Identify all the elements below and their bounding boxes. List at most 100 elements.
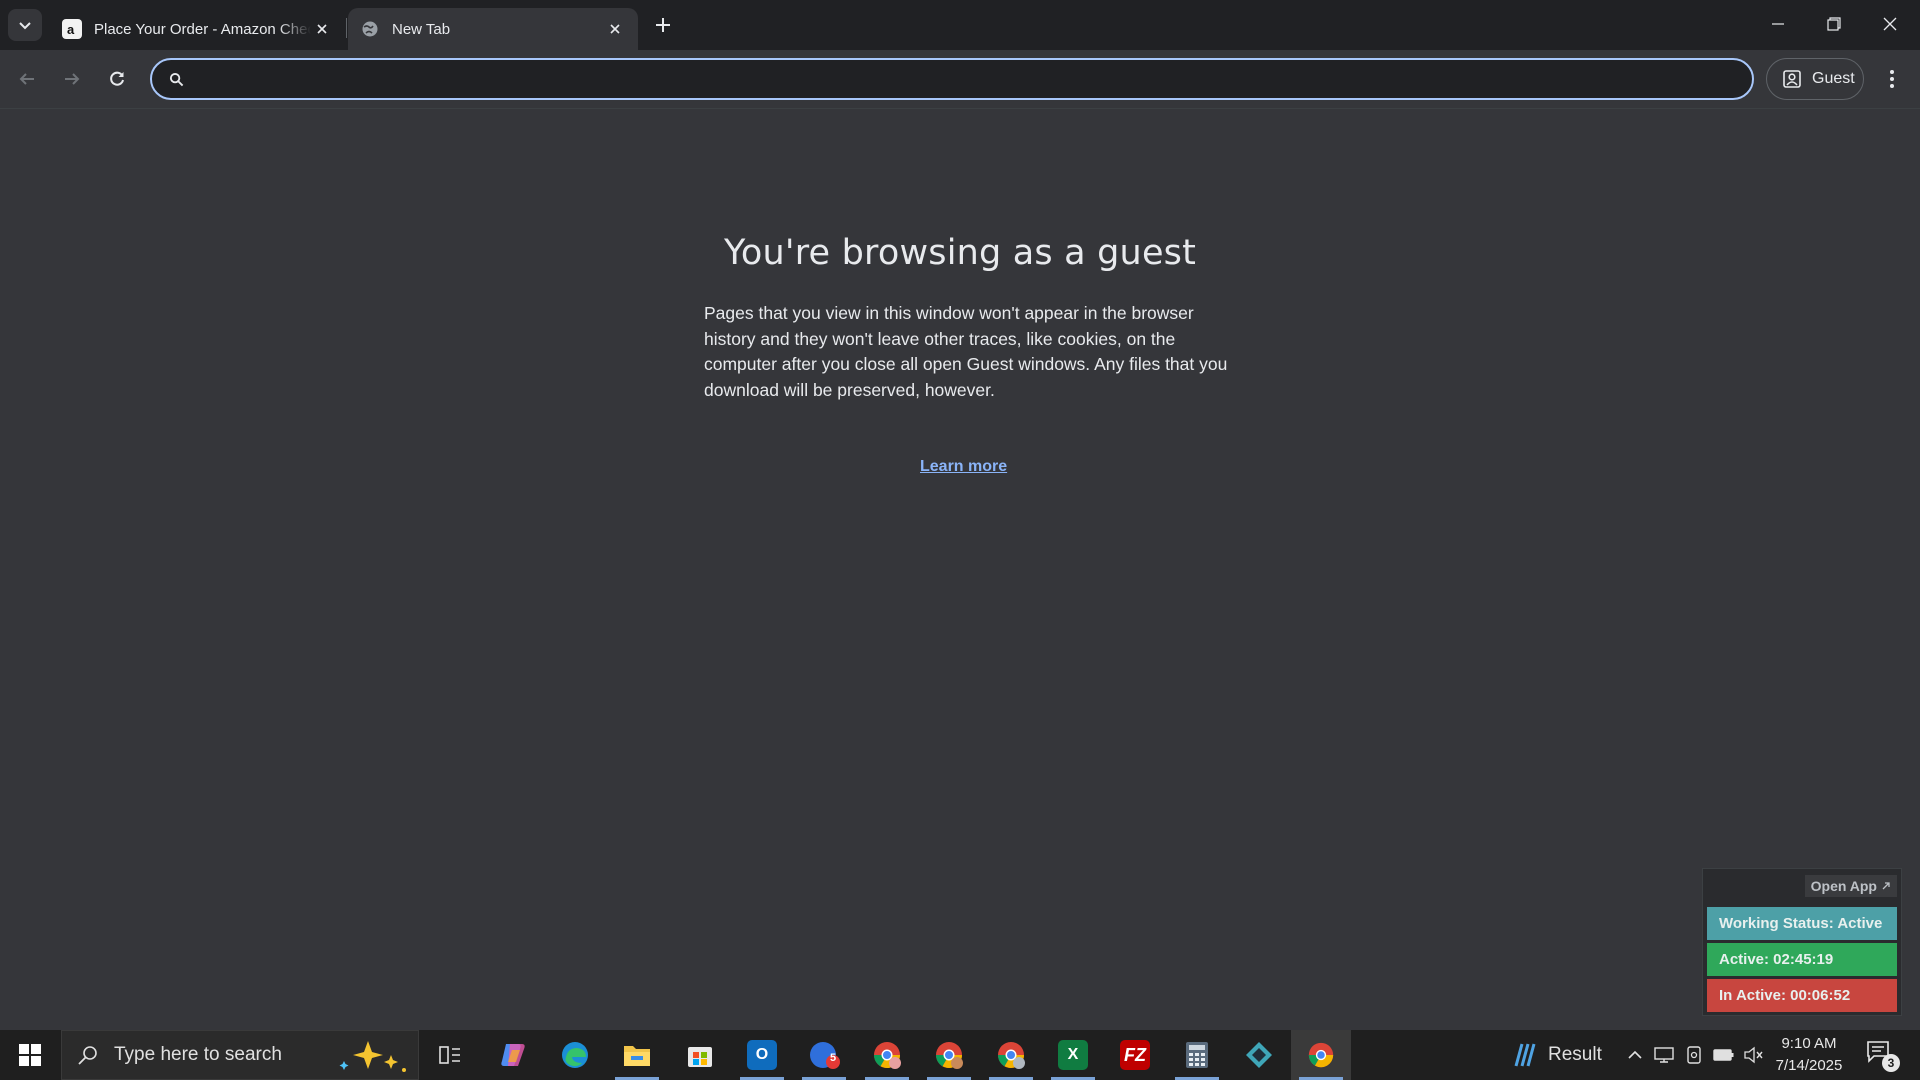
chrome-profile-1-icon (873, 1042, 901, 1069)
browser-menu-button[interactable] (1878, 62, 1906, 96)
amazon-icon: a (62, 19, 82, 39)
inactive-time-indicator: In Active: 00:06:52 (1707, 979, 1897, 1012)
tab-search-button[interactable] (8, 9, 42, 41)
network-icon (1654, 1047, 1674, 1063)
search-icon (166, 69, 186, 89)
minimize-button[interactable] (1750, 0, 1806, 48)
forward-button[interactable] (55, 62, 89, 96)
reload-icon (110, 71, 124, 86)
more-vertical-icon (1890, 70, 1894, 88)
tab-title: New Tab (392, 20, 451, 38)
plus-icon (656, 18, 670, 32)
arrow-right-icon (65, 73, 80, 85)
chrome-profile-1-button[interactable] (857, 1030, 917, 1080)
chrome-button[interactable] (1291, 1030, 1351, 1080)
page-title: You're browsing as a guest (723, 233, 1197, 273)
show-hidden-icons-button[interactable] (1624, 1044, 1646, 1066)
calculator-button[interactable] (1167, 1030, 1227, 1080)
active-time-indicator: Active: 02:45:19 (1707, 943, 1897, 976)
task-view-icon (439, 1046, 460, 1064)
profile-label: Guest (1812, 70, 1855, 87)
restore-icon (1827, 17, 1841, 31)
sparkle-icon (339, 1041, 406, 1072)
svg-text:a: a (67, 22, 75, 36)
network-button[interactable] (1653, 1044, 1675, 1066)
excel-icon: X (1058, 1040, 1088, 1070)
tab-new-tab[interactable]: New Tab (348, 8, 638, 50)
start-button[interactable] (0, 1030, 60, 1080)
store-button[interactable] (670, 1030, 730, 1080)
guest-ntp-content: You're browsing as a guest Pages that yo… (0, 109, 1920, 1030)
outlook-icon: O (747, 1040, 777, 1070)
weather-label: Result (1548, 1044, 1602, 1065)
browser-toolbar: Guest (0, 50, 1920, 109)
battery-icon (1713, 1049, 1734, 1061)
battery-button[interactable] (1713, 1044, 1735, 1066)
chrome-profile-2-button[interactable] (919, 1030, 979, 1080)
app-diamond-button[interactable] (1229, 1030, 1289, 1080)
copilot-icon (501, 1044, 525, 1066)
learn-more-link[interactable]: Learn more (920, 458, 1007, 476)
close-icon (1883, 17, 1897, 31)
task-view-button[interactable] (420, 1030, 480, 1080)
minimize-icon (1772, 23, 1784, 25)
calendar-app-button[interactable]: 5 (794, 1030, 854, 1080)
tab-separator (346, 18, 347, 38)
taskbar-clock[interactable]: 9:10 AM 7/14/2025 (1766, 1033, 1852, 1077)
weather-widget[interactable]: Result (1508, 1030, 1608, 1080)
back-button[interactable] (10, 62, 44, 96)
volume-button[interactable] (1742, 1044, 1764, 1066)
guest-profile-icon (1783, 70, 1801, 88)
edge-button[interactable] (545, 1030, 605, 1080)
open-app-button[interactable]: Open App (1804, 875, 1897, 897)
chrome-icon (1308, 1042, 1334, 1068)
external-link-icon (1882, 882, 1890, 890)
new-tab-button[interactable] (648, 10, 678, 40)
copilot-button[interactable] (483, 1030, 543, 1080)
device-icon (1687, 1046, 1701, 1064)
clock-date: 7/14/2025 (1775, 1057, 1843, 1074)
tab-title: Place Your Order - Amazon Checkout (94, 20, 311, 38)
guest-description: Pages that you view in this window won't… (704, 303, 1228, 400)
address-bar[interactable] (150, 58, 1754, 100)
volume-muted-icon (1744, 1046, 1763, 1064)
calendar-badge: 5 (830, 1052, 837, 1064)
address-input[interactable] (194, 59, 1752, 99)
file-explorer-icon (624, 1046, 650, 1066)
work-status-widget: Open App Working Status: Active Active: … (1702, 868, 1902, 1016)
clock-time: 9:10 AM (1781, 1035, 1837, 1052)
close-window-button[interactable] (1862, 0, 1918, 48)
calculator-icon (1186, 1042, 1208, 1068)
file-explorer-button[interactable] (607, 1030, 667, 1080)
notification-center-button[interactable]: 3 (1866, 1040, 1900, 1072)
tab-amazon-checkout[interactable]: a Place Your Order - Amazon Checkout (50, 8, 345, 50)
working-status-indicator: Working Status: Active (1707, 907, 1897, 940)
windows-logo-icon (19, 1044, 41, 1066)
close-tab-icon[interactable] (311, 18, 333, 40)
meet-now-button[interactable] (1683, 1044, 1705, 1066)
close-tab-icon[interactable] (604, 18, 626, 40)
outlook-button[interactable]: O (732, 1030, 792, 1080)
search-icon (76, 1043, 100, 1067)
notification-count-badge: 3 (1882, 1054, 1900, 1072)
chevron-up-icon (1628, 1050, 1642, 1059)
reload-button[interactable] (100, 62, 134, 96)
taskbar-search-box[interactable]: Type here to search (61, 1030, 419, 1080)
windows-taskbar: Type here to search O 5 X FZ Result 9:10… (0, 1030, 1920, 1080)
search-placeholder: Type here to search (114, 1044, 282, 1065)
arrow-left-icon (19, 73, 34, 85)
chevron-down-icon (19, 22, 31, 30)
chrome-profile-3-icon (997, 1042, 1025, 1069)
filezilla-icon: FZ (1120, 1040, 1150, 1070)
restore-button[interactable] (1806, 0, 1862, 48)
open-app-label: Open App (1810, 878, 1877, 894)
chrome-profile-2-icon (935, 1042, 963, 1069)
app-diamond-icon (1246, 1042, 1272, 1068)
chrome-profile-3-button[interactable] (981, 1030, 1041, 1080)
excel-button[interactable]: X (1043, 1030, 1103, 1080)
tab-strip: a Place Your Order - Amazon Checkout New… (0, 0, 1920, 50)
filezilla-button[interactable]: FZ (1105, 1030, 1165, 1080)
store-icon (688, 1047, 712, 1067)
profile-guest-button[interactable]: Guest (1766, 58, 1864, 100)
edge-icon (562, 1042, 588, 1068)
